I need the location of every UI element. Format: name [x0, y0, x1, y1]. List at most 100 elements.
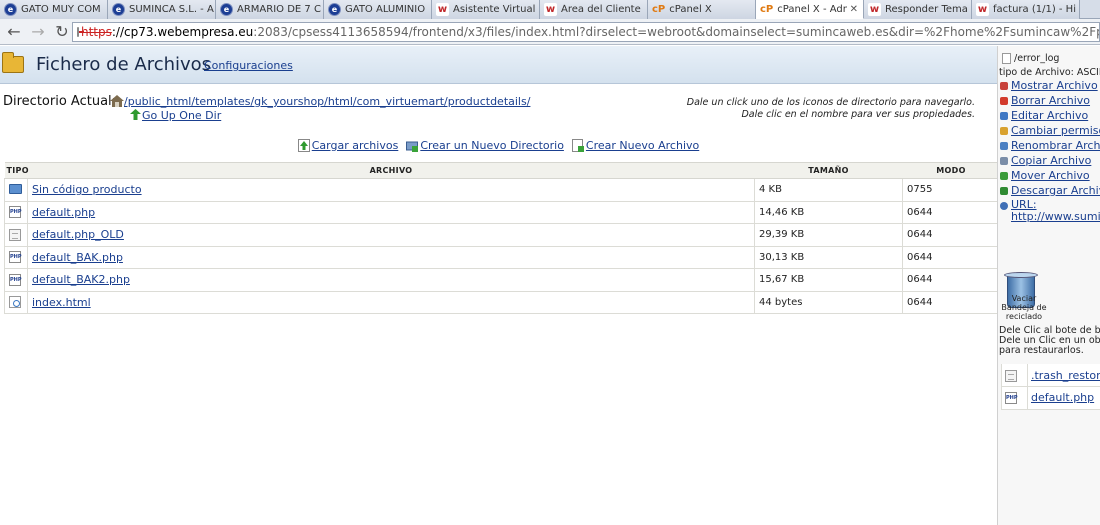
globe-icon: e [328, 3, 341, 16]
table-row[interactable]: PHP default_BAK2.php 15,67 KB 0644 [4, 268, 1000, 292]
browser-tab[interactable]: w Área del Cliente [540, 0, 648, 19]
file-mode-cell: 0644 [902, 291, 1000, 314]
column-header-file: Archivo [27, 162, 755, 179]
reload-icon[interactable]: ↻ [52, 22, 72, 42]
files-table: Tipo Archivo Tamaño Modo Sin código prod… [4, 162, 1000, 314]
upload-files-button[interactable]: Cargar archivos [297, 139, 399, 152]
file-mode-cell: 0644 [902, 246, 1000, 269]
file-action-link[interactable]: Renombrar Archivo [1011, 139, 1100, 152]
file-action-link[interactable]: Cambiar permisos [1011, 124, 1100, 137]
file-name-cell: default_BAK.php [27, 246, 755, 269]
trash-item-link[interactable]: default.php [1031, 391, 1094, 404]
close-tab-icon[interactable]: ✕ [850, 4, 858, 15]
file-action-item[interactable]: Renombrar Archivo [1000, 139, 1100, 154]
empty-trash-label[interactable]: Vaciar Bandeja de reciclado [1000, 294, 1048, 321]
trash-item-type[interactable] [1001, 364, 1028, 387]
hint-line: Dale clic en el nombre para ver sus prop… [741, 109, 975, 120]
file-action-item[interactable]: Copiar Archivo [1000, 154, 1100, 169]
trash-item-type[interactable]: PHP [1001, 386, 1028, 410]
delete-icon [1000, 97, 1008, 105]
file-name-link[interactable]: index.html [32, 296, 91, 309]
file-action-link[interactable]: Mover Archivo [1011, 169, 1090, 182]
file-name-link[interactable]: default_BAK2.php [32, 273, 130, 286]
file-mode-cell: 0644 [902, 201, 1000, 224]
browser-tab-title: Asistente Virtual [453, 4, 536, 15]
file-mode-cell: 0644 [902, 268, 1000, 292]
file-name-link[interactable]: default.php_OLD [32, 228, 124, 241]
file-action-link[interactable]: Descargar Archivo [1011, 184, 1100, 197]
browser-tab-title: ARMARIO DE 7 C [237, 4, 321, 15]
trash-item-link[interactable]: .trash_restore [1031, 369, 1100, 382]
browser-tab[interactable]: w Responder Tema [864, 0, 972, 19]
file-action-link[interactable]: Mostrar Archivo [1011, 79, 1098, 92]
settings-link[interactable]: Configuraciones [204, 59, 293, 72]
table-row[interactable]: PHP default_BAK.php 30,13 KB 0644 [4, 246, 1000, 269]
new-file-label[interactable]: Crear Nuevo Archivo [586, 139, 699, 152]
new-folder-icon [406, 141, 419, 152]
upload-files-label[interactable]: Cargar archivos [312, 139, 399, 152]
navigation-hint: Dale un click uno de los iconos de direc… [687, 97, 975, 121]
table-row[interactable]: index.html 44 bytes 0644 [4, 291, 1000, 314]
up-arrow-icon[interactable] [130, 109, 141, 120]
file-action-link[interactable]: Borrar Archivo [1011, 94, 1090, 107]
file-action-link[interactable]: Editar Archivo [1011, 109, 1088, 122]
new-directory-button[interactable]: Crear un Nuevo Directorio [406, 139, 564, 152]
file-action-item[interactable]: Mover Archivo [1000, 169, 1100, 184]
url-host: ://cp73.webempresa.eu [111, 25, 254, 39]
file-type-cell[interactable]: PHP [4, 201, 28, 224]
browser-tab-strip: e GATO MUY COM e SUMINCA S.L. - A e ARMARIO D… [0, 0, 1100, 19]
url-scheme: https [81, 25, 112, 39]
file-size-cell: 44 bytes [754, 291, 903, 314]
file-action-link[interactable]: Copiar Archivo [1011, 154, 1091, 167]
file-type-cell[interactable] [4, 291, 28, 314]
file-action-item[interactable]: Cambiar permisos [1000, 124, 1100, 139]
cpanel-icon: cP [652, 4, 666, 15]
current-directory-path[interactable]: /public_html/templates/gk_yourshop/html/… [124, 95, 530, 108]
browser-tab[interactable]: w factura (1/1) - Hi [972, 0, 1080, 19]
file-name-link[interactable]: default.php [32, 206, 95, 219]
copy-icon [1000, 157, 1008, 165]
file-size-cell: 29,39 KB [754, 223, 903, 247]
globe-icon: e [220, 3, 233, 16]
file-mode-cell: 0644 [902, 223, 1000, 247]
new-directory-label[interactable]: Crear un Nuevo Directorio [420, 139, 564, 152]
file-action-item[interactable]: Descargar Archivo [1000, 184, 1100, 199]
table-header-row: Tipo Archivo Tamaño Modo [4, 162, 1000, 179]
go-up-link[interactable]: Go Up One Dir [142, 109, 221, 122]
browser-tab[interactable]: w Asistente Virtual [432, 0, 540, 19]
file-action-item[interactable]: Editar Archivo [1000, 109, 1100, 124]
forward-arrow-icon[interactable]: → [28, 22, 48, 42]
browser-tab[interactable]: cPcPanel X - Admin ✕ [756, 0, 864, 19]
trash-item-row[interactable]: PHP default.php [1001, 386, 1100, 410]
browser-tab[interactable]: e GATO MUY COM [0, 0, 108, 19]
url-path: :2083/cpsess4113658594/frontend/x3/files… [253, 25, 1099, 39]
browser-tab[interactable]: e GATO ALUMINIO [324, 0, 432, 19]
file-type-cell[interactable]: PHP [4, 246, 28, 269]
file-action-list: Mostrar Archivo Borrar Archivo Editar Arch… [1000, 79, 1100, 229]
file-type-cell[interactable] [4, 223, 28, 247]
browser-tab[interactable]: e ARMARIO DE 7 C [216, 0, 324, 19]
address-bar[interactable]: https://cp73.webempresa.eu:2083/cpsess41… [72, 22, 1100, 42]
back-arrow-icon[interactable]: ← [4, 22, 24, 42]
file-action-item[interactable]: Mostrar Archivo [1000, 79, 1100, 94]
home-icon[interactable] [110, 95, 124, 107]
rename-icon [1000, 142, 1008, 150]
file-name-cell: default.php_OLD [27, 223, 755, 247]
file-action-item[interactable]: Borrar Archivo [1000, 94, 1100, 109]
trash-item-row[interactable]: .trash_restore [1001, 364, 1100, 387]
file-url-link[interactable]: URL:http://www.suminca [1011, 199, 1100, 223]
column-header-type: Tipo [4, 162, 29, 179]
new-file-button[interactable]: Crear Nuevo Archivo [571, 139, 699, 152]
file-type-cell[interactable] [4, 178, 28, 202]
file-type-info: tipo de Archivo: ASCII text [999, 67, 1100, 78]
browser-tab[interactable]: cP cPanel X [648, 0, 756, 19]
file-name-link[interactable]: default_BAK.php [32, 251, 123, 264]
table-row[interactable]: PHP default.php 14,46 KB 0644 [4, 201, 1000, 224]
file-size-cell: 4 KB [754, 178, 903, 202]
table-row[interactable]: Sin código producto 4 KB 0755 [4, 178, 1000, 202]
table-row[interactable]: default.php_OLD 29,39 KB 0644 [4, 223, 1000, 247]
file-type-cell[interactable]: PHP [4, 268, 28, 292]
file-name-link[interactable]: Sin código producto [32, 183, 142, 196]
file-url-item[interactable]: URL:http://www.suminca [1000, 199, 1100, 229]
browser-tab[interactable]: e SUMINCA S.L. - A [108, 0, 216, 19]
